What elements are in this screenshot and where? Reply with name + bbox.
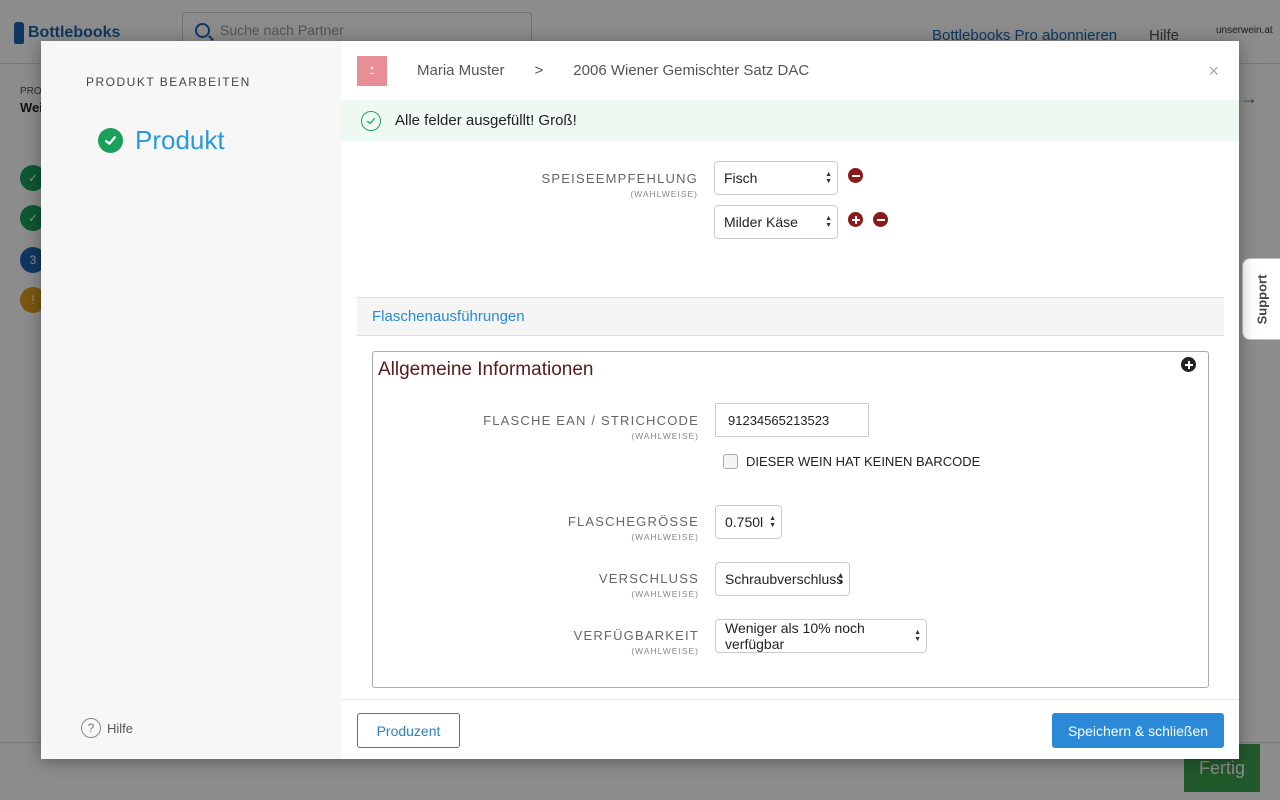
remove-food-button[interactable] bbox=[848, 168, 863, 183]
sidebar-help-link[interactable]: ? Hilfe bbox=[81, 718, 133, 738]
optional-hint: (WAHLWEISE) bbox=[630, 189, 698, 199]
bottle-size-select[interactable]: 0.750l ▲ ▼ bbox=[715, 505, 782, 539]
save-and-close-button[interactable]: Speichern & schließen bbox=[1052, 713, 1224, 748]
closure-label: VERSCHLUSS (WAHLWEISE) bbox=[419, 571, 699, 599]
add-circle-icon[interactable] bbox=[1181, 357, 1196, 372]
sidebar-step-label: Produkt bbox=[135, 125, 225, 155]
food-pairing-label-text: SPEISEEMPFEHLUNG bbox=[541, 171, 698, 186]
add-food-button[interactable] bbox=[848, 212, 863, 227]
success-banner: Alle felder ausgefüllt! Groß! bbox=[341, 100, 1239, 141]
optional-hint: (WAHLWEISE) bbox=[631, 431, 699, 441]
select-arrows-icon: ▲ ▼ bbox=[769, 515, 776, 529]
optional-hint: (WAHLWEISE) bbox=[631, 589, 699, 599]
no-barcode-checkbox[interactable] bbox=[723, 454, 738, 469]
check-icon bbox=[98, 128, 123, 153]
success-message: Alle felder ausgefüllt! Groß! bbox=[395, 112, 577, 129]
remove-food-button[interactable] bbox=[873, 212, 888, 227]
closure-select[interactable]: Schraubverschluss ▲ ▼ bbox=[715, 562, 850, 596]
select-arrows-icon: ▲ ▼ bbox=[914, 629, 921, 643]
modal-main: ▲ ▪▪ Maria Muster > 2006 Wiener Gemischte… bbox=[341, 41, 1239, 759]
modal-footer: Produzent Speichern & schließen bbox=[341, 699, 1239, 759]
general-info-panel: Allgemeine Informationen FLASCHE EAN / S… bbox=[372, 351, 1209, 688]
breadcrumb-separator: > bbox=[534, 62, 544, 79]
food-pairing-select[interactable]: Fisch ▲ ▼ bbox=[714, 161, 838, 195]
panel-title: Allgemeine Informationen bbox=[378, 359, 594, 380]
modal-sidebar: PRODUKT BEARBEITEN Produkt ? Hilfe bbox=[41, 41, 341, 759]
breadcrumb: ▲ ▪▪ Maria Muster > 2006 Wiener Gemischte… bbox=[341, 41, 1239, 100]
no-barcode-checkbox-row[interactable]: DIESER WEIN HAT KEINEN BARCODE bbox=[723, 454, 980, 469]
bottle-size-value: 0.750l bbox=[725, 514, 764, 530]
producer-logo: ▲ ▪▪ bbox=[357, 55, 387, 86]
help-label: Hilfe bbox=[107, 720, 134, 736]
bottle-size-label: FLASCHEGRÖSSE (WAHLWEISE) bbox=[419, 514, 699, 542]
bottle-size-label-text: FLASCHEGRÖSSE bbox=[567, 514, 699, 529]
ean-label-text: FLASCHE EAN / STRICHCODE bbox=[483, 413, 699, 428]
optional-hint: (WAHLWEISE) bbox=[631, 646, 699, 656]
availability-label-text: VERFÜGBARKEIT bbox=[573, 628, 699, 643]
ean-label: FLASCHE EAN / STRICHCODE (WAHLWEISE) bbox=[419, 413, 699, 441]
sidebar-title: PRODUKT BEARBEITEN bbox=[86, 75, 251, 89]
availability-select[interactable]: Weniger als 10% noch verfügbar ▲ ▼ bbox=[715, 619, 927, 653]
availability-value: Weniger als 10% noch verfügbar bbox=[725, 620, 865, 652]
food-pairing-label: SPEISEEMPFEHLUNG (WAHLWEISE) bbox=[418, 171, 698, 199]
food-pairing-value: Milder Käse bbox=[724, 214, 798, 230]
producer-button[interactable]: Produzent bbox=[357, 713, 460, 748]
no-barcode-label: DIESER WEIN HAT KEINEN BARCODE bbox=[746, 454, 981, 469]
select-arrows-icon: ▲ ▼ bbox=[825, 171, 832, 185]
support-label: Support bbox=[1254, 274, 1270, 324]
food-pairing-select[interactable]: Milder Käse ▲ ▼ bbox=[714, 205, 838, 239]
optional-hint: (WAHLWEISE) bbox=[631, 532, 699, 542]
select-arrows-icon: ▲ ▼ bbox=[825, 215, 832, 229]
food-pairing-value: Fisch bbox=[724, 170, 758, 186]
help-icon: ? bbox=[81, 718, 101, 738]
availability-label: VERFÜGBARKEIT (WAHLWEISE) bbox=[419, 628, 699, 656]
check-circle-icon bbox=[361, 110, 381, 131]
bottle-variants-section[interactable]: Flaschenausführungen bbox=[357, 297, 1224, 336]
sidebar-step-produkt[interactable]: Produkt bbox=[98, 125, 225, 156]
closure-value: Schraubverschluss bbox=[725, 571, 844, 587]
close-icon[interactable]: × bbox=[1208, 61, 1219, 82]
edit-product-modal: PRODUKT BEARBEITEN Produkt ? Hilfe ▲ ▪▪ M… bbox=[41, 41, 1239, 759]
ean-input[interactable] bbox=[715, 403, 869, 437]
breadcrumb-producer[interactable]: Maria Muster bbox=[417, 62, 505, 79]
support-tab[interactable]: Support bbox=[1242, 258, 1280, 340]
section-title: Flaschenausführungen bbox=[372, 308, 525, 325]
breadcrumb-product: 2006 Wiener Gemischter Satz DAC bbox=[573, 62, 810, 79]
closure-label-text: VERSCHLUSS bbox=[598, 571, 699, 586]
select-arrows-icon: ▲ ▼ bbox=[837, 572, 844, 586]
